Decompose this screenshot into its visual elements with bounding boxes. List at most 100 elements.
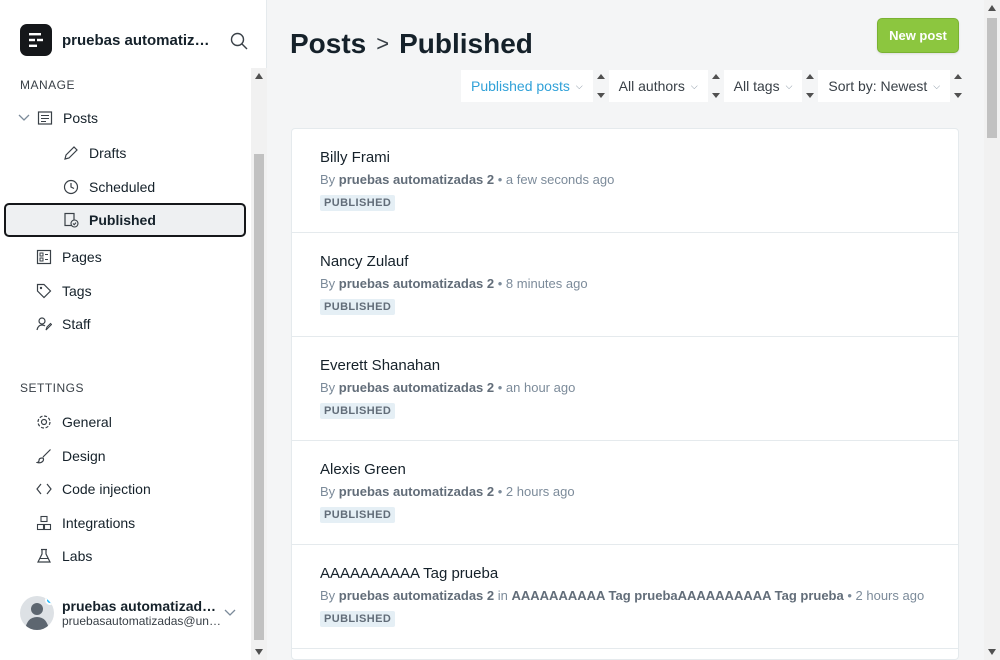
status-badge: PUBLISHED — [320, 195, 396, 211]
sidebar-item-general[interactable]: General — [35, 405, 112, 439]
user-email: pruebasautomatizadas@uniandes.edu.co — [62, 614, 222, 628]
chevron-down-icon: ⌵ — [785, 80, 793, 91]
main-scrollbar[interactable] — [984, 0, 1000, 660]
posts-icon — [36, 109, 54, 127]
sidebar-item-scheduled[interactable]: Scheduled — [62, 170, 155, 204]
list-item[interactable]: Everett Shanahan By pruebas automatizada… — [292, 337, 958, 441]
sidebar-item-label: Labs — [62, 548, 93, 564]
status-badge: PUBLISHED — [320, 403, 396, 419]
post-title[interactable]: AAAAAAAAAA Tag prueba — [320, 565, 930, 582]
chevron-down-icon[interactable] — [18, 114, 32, 122]
notification-dot-icon — [45, 596, 54, 605]
brush-icon — [35, 447, 53, 465]
filter-bar: Published posts ⌵ All authors ⌵ All tags… — [461, 70, 967, 102]
sidebar: pruebas automatizadas 2 MANAGE Posts Dra… — [0, 0, 267, 660]
breadcrumb-posts-link[interactable]: Posts — [290, 28, 366, 60]
scrollbar-thumb[interactable] — [254, 154, 264, 640]
list-item[interactable]: Billy Frami By pruebas automatizadas 2 •… — [292, 129, 958, 233]
sidebar-item-staff[interactable]: Staff — [35, 307, 91, 341]
author-filter-select[interactable]: All authors ⌵ — [608, 70, 708, 102]
post-meta: By pruebas automatizadas 2 • an hour ago — [320, 380, 576, 395]
chevron-down-icon[interactable] — [224, 609, 236, 617]
sidebar-item-published[interactable]: Published — [4, 203, 246, 237]
sidebar-item-label: Published — [89, 212, 156, 228]
post-tags: AAAAAAAAAA Tag pruebaAAAAAAAAAA Tag prue… — [511, 588, 844, 603]
sidebar-item-posts[interactable]: Posts — [18, 101, 98, 135]
author-filter-spinner[interactable] — [707, 70, 724, 102]
type-filter-select[interactable]: Published posts ⌵ — [461, 70, 593, 102]
avatar[interactable] — [20, 596, 54, 630]
post-by-label: By — [320, 484, 336, 499]
sidebar-item-label: Code injection — [62, 481, 151, 497]
sidebar-item-integrations[interactable]: Integrations — [35, 506, 135, 540]
scroll-up-arrow-icon[interactable] — [988, 5, 996, 11]
manage-section-title: MANAGE — [20, 78, 76, 92]
post-meta: By pruebas automatizadas 2 • 8 minutes a… — [320, 276, 588, 291]
post-author: pruebas automatizadas 2 — [338, 276, 495, 291]
user-menu[interactable]: pruebas automatizadas 2 pruebasautomatiz… — [20, 593, 250, 633]
sidebar-item-label: General — [62, 414, 112, 430]
scrollbar-thumb[interactable] — [987, 18, 997, 138]
sidebar-item-label: Scheduled — [89, 179, 156, 195]
post-author: pruebas automatizadas 2 — [338, 172, 495, 187]
pages-icon — [35, 248, 53, 266]
post-by-label: By — [320, 588, 336, 603]
post-meta: By pruebas automatizadas 2 in AAAAAAAAAA… — [320, 588, 925, 603]
status-badge: PUBLISHED — [320, 611, 396, 627]
post-title[interactable]: Alexis Green — [320, 461, 930, 478]
post-title[interactable]: Billy Frami — [320, 149, 930, 166]
sidebar-nav: MANAGE Posts Drafts Scheduled Published … — [0, 68, 251, 660]
tag-filter-select[interactable]: All tags ⌵ — [723, 70, 803, 102]
post-title[interactable]: Everett Shanahan — [320, 357, 930, 374]
settings-section-title: SETTINGS — [20, 381, 85, 395]
sidebar-item-label: Staff — [62, 316, 91, 332]
chevron-down-icon: ⌵ — [575, 80, 583, 91]
sort-spinner[interactable] — [950, 70, 967, 102]
user-name: pruebas automatizadas 2 — [62, 598, 222, 614]
sidebar-item-label: Integrations — [62, 515, 136, 531]
post-by-label: By — [320, 380, 336, 395]
post-time: 2 hours ago — [505, 484, 575, 499]
post-in-label: in — [497, 588, 508, 603]
post-meta: By pruebas automatizadas 2 • a few secon… — [320, 172, 615, 187]
sort-select[interactable]: Sort by: Newest ⌵ — [818, 70, 951, 102]
sidebar-scrollbar[interactable] — [251, 68, 267, 660]
post-by-label: By — [320, 276, 336, 291]
gear-icon — [35, 413, 53, 431]
sidebar-item-label: Drafts — [89, 145, 127, 161]
sidebar-item-label: Tags — [62, 283, 92, 299]
new-post-button[interactable]: New post — [877, 18, 959, 53]
type-filter-value: Published posts — [471, 78, 570, 94]
sidebar-item-label: Pages — [62, 249, 102, 265]
post-list: Billy Frami By pruebas automatizadas 2 •… — [291, 128, 959, 660]
sidebar-item-drafts[interactable]: Drafts — [62, 136, 126, 170]
scroll-up-arrow-icon[interactable] — [255, 73, 263, 79]
list-item[interactable]: AAAAAAAAAA Tag prueba By pruebas automat… — [292, 545, 958, 649]
scroll-down-arrow-icon[interactable] — [988, 649, 996, 655]
site-header: pruebas automatizadas 2 — [20, 20, 248, 60]
sidebar-item-pages[interactable]: Pages — [35, 240, 102, 274]
site-name[interactable]: pruebas automatizadas 2 — [62, 32, 214, 49]
post-time: 2 hours ago — [855, 588, 925, 603]
sidebar-item-label: Design — [62, 448, 106, 464]
sidebar-item-tags[interactable]: Tags — [35, 274, 92, 308]
post-time: a few seconds ago — [505, 172, 615, 187]
integrations-icon — [35, 514, 53, 532]
author-filter-value: All authors — [618, 78, 685, 94]
sidebar-item-design[interactable]: Design — [35, 439, 106, 473]
scroll-down-arrow-icon[interactable] — [255, 649, 263, 655]
tag-icon — [35, 282, 53, 300]
sidebar-item-labs[interactable]: Labs — [35, 539, 92, 573]
sidebar-item-label: Posts — [63, 110, 99, 126]
type-filter-spinner[interactable] — [592, 70, 609, 102]
chevron-down-icon: ⌵ — [933, 80, 941, 91]
sidebar-item-code-injection[interactable]: Code injection — [35, 472, 151, 506]
tag-filter-spinner[interactable] — [802, 70, 819, 102]
list-item[interactable]: Nancy Zulauf By pruebas automatizadas 2 … — [292, 233, 958, 337]
post-by-label: By — [320, 172, 336, 187]
site-logo-icon[interactable] — [20, 24, 52, 56]
list-item[interactable]: Alexis Green By pruebas automatizadas 2 … — [292, 441, 958, 545]
flask-icon — [35, 547, 53, 565]
search-icon[interactable] — [230, 32, 248, 50]
post-title[interactable]: Nancy Zulauf — [320, 253, 930, 270]
